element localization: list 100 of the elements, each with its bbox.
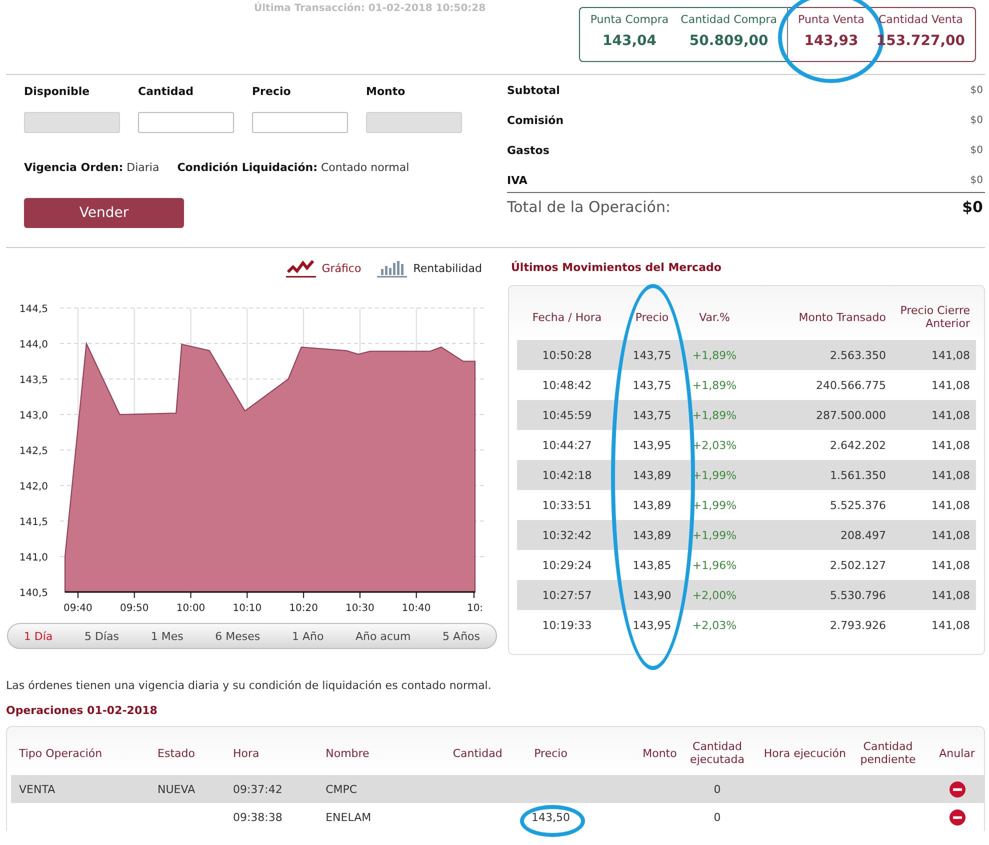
x-axis-label: 10:00 <box>176 603 206 614</box>
remove-icon[interactable] <box>948 808 966 826</box>
table-cell: 1.561.350 <box>742 460 892 490</box>
quote-label: Cantidad Compra <box>680 13 778 26</box>
total-label: Total de la Operación: <box>507 198 671 216</box>
column-header: Hora <box>232 746 260 760</box>
table-cell: VENTA <box>19 782 56 796</box>
summary-label: Comisión <box>507 114 564 126</box>
range-tab[interactable]: 5 Años <box>442 630 480 642</box>
range-tab[interactable]: 6 Meses <box>215 630 260 642</box>
bar-chart-icon <box>377 258 408 278</box>
table-cell: +1,96% <box>687 550 742 580</box>
table-cell: 208.497 <box>742 520 892 550</box>
table-cell: 0 <box>714 810 721 824</box>
table-cell: 143,50 <box>532 810 570 824</box>
table-cell: 10:48:42 <box>517 370 617 400</box>
table-cell: 240.566.775 <box>742 370 892 400</box>
table-cell: 09:38:38 <box>232 810 282 824</box>
summary-value: $0 <box>970 144 983 156</box>
x-axis-label: 10: <box>466 603 484 614</box>
input-field[interactable] <box>138 112 234 133</box>
range-tab[interactable]: 1 Año <box>292 630 324 642</box>
table-cell: 5.525.376 <box>742 490 892 520</box>
summary-value: $0 <box>970 114 983 126</box>
section-title: Últimos Movimientos del Mercado <box>511 261 722 273</box>
table-cell: 143,95 <box>617 430 687 460</box>
summary-label: Subtotal <box>507 84 560 96</box>
table-cell: +1,99% <box>687 460 742 490</box>
y-axis-label: 144,0 <box>19 340 48 350</box>
table-cell: 141,08 <box>892 610 976 640</box>
y-axis-label: 142,0 <box>19 482 48 492</box>
x-axis-label: 10:20 <box>289 603 318 614</box>
table-cell: 143,89 <box>617 520 687 550</box>
column-header: Estado <box>158 746 195 760</box>
y-axis-label: 143,0 <box>19 410 48 422</box>
range-tab[interactable]: 1 Mes <box>150 630 184 642</box>
table-cell: +2,00% <box>687 580 742 610</box>
table-cell: 143,95 <box>617 610 687 640</box>
table-cell: 2.563.350 <box>742 340 892 370</box>
summary-value: $0 <box>970 174 983 186</box>
table-cell: 10:50:28 <box>517 340 617 370</box>
range-tab[interactable]: 1 Día <box>24 630 53 642</box>
y-axis-label: 141,0 <box>19 552 48 564</box>
table-cell: 143,89 <box>617 460 687 490</box>
quote-label: Punta Compra <box>590 13 669 26</box>
y-axis-label: 142,5 <box>19 446 48 457</box>
table-cell: +1,89% <box>687 400 742 430</box>
table-cell: +1,89% <box>687 340 742 370</box>
x-axis-label: 09:40 <box>64 603 92 614</box>
table-cell: 10:33:51 <box>517 490 617 520</box>
table-cell: 2.502.127 <box>742 550 892 580</box>
range-tab[interactable]: Año acum <box>356 630 411 642</box>
view-toggle[interactable]: Gráfico <box>286 256 362 280</box>
order-info-text: Vigencia Orden: Diaria <box>24 161 160 174</box>
field-label: Monto <box>366 85 406 99</box>
summary-value: $0 <box>970 84 983 96</box>
last-transaction-text: Última Transacción: 01-02-2018 10:50:28 <box>254 2 486 16</box>
x-axis-label: 09:50 <box>120 603 149 614</box>
y-axis-label: 141,5 <box>19 517 48 528</box>
table-cell: 143,85 <box>617 550 687 580</box>
table-cell: 10:29:24 <box>517 550 617 580</box>
table-cell: 143,75 <box>617 340 687 370</box>
field-label: Precio <box>252 85 292 99</box>
table-cell: 141,08 <box>892 490 976 520</box>
range-tab[interactable]: 5 Días <box>84 630 119 642</box>
x-axis-label: 10:10 <box>232 603 262 614</box>
table-cell: 2.642.202 <box>742 430 892 460</box>
table-cell: +1,99% <box>687 490 742 520</box>
table-cell: 10:42:18 <box>517 460 617 490</box>
table-cell: 10:19:33 <box>517 610 617 640</box>
table-cell: 10:44:27 <box>517 430 617 460</box>
field-label: Disponible <box>24 85 91 99</box>
x-axis-label: 10:40 <box>402 603 431 614</box>
table-cell: ENELAM <box>326 810 372 824</box>
quote-value: 143,93 <box>804 33 858 49</box>
table-cell: 5.530.796 <box>742 580 892 610</box>
remove-icon[interactable] <box>948 780 966 798</box>
table-cell: 141,08 <box>892 580 976 610</box>
column-header: Monto Transado <box>798 310 886 324</box>
total-value: $0 <box>962 198 983 216</box>
table-cell: 141,08 <box>892 520 976 550</box>
table-cell: 287.500.000 <box>742 400 892 430</box>
sell-button[interactable]: Vender <box>24 198 184 228</box>
view-toggle[interactable]: Rentabilidad <box>377 256 482 280</box>
table-cell: 10:27:57 <box>517 580 617 610</box>
column-header: Cantidad ejecutada <box>690 740 744 766</box>
table-cell: CMPC <box>326 782 358 796</box>
table-cell: 143,89 <box>617 490 687 520</box>
order-info-text: Condición Liquidación: Contado normal <box>177 161 410 174</box>
column-header: Nombre <box>326 746 370 760</box>
table-cell: 141,08 <box>892 400 976 430</box>
column-header: Cantidad pendiente <box>860 740 916 766</box>
y-axis-label: 140,5 <box>19 588 48 599</box>
note-text: Las órdenes tienen una vigencia diaria y su condición de liquidación es contado normal. <box>6 679 492 693</box>
section-title: Operaciones 01-02-2018 <box>6 704 158 718</box>
quote-label: Punta Venta <box>798 13 864 26</box>
input-field[interactable] <box>252 112 348 133</box>
y-axis-label: 144,5 <box>19 304 48 315</box>
table-cell: +1,99% <box>687 520 742 550</box>
table-cell: 09:37:42 <box>232 782 282 796</box>
